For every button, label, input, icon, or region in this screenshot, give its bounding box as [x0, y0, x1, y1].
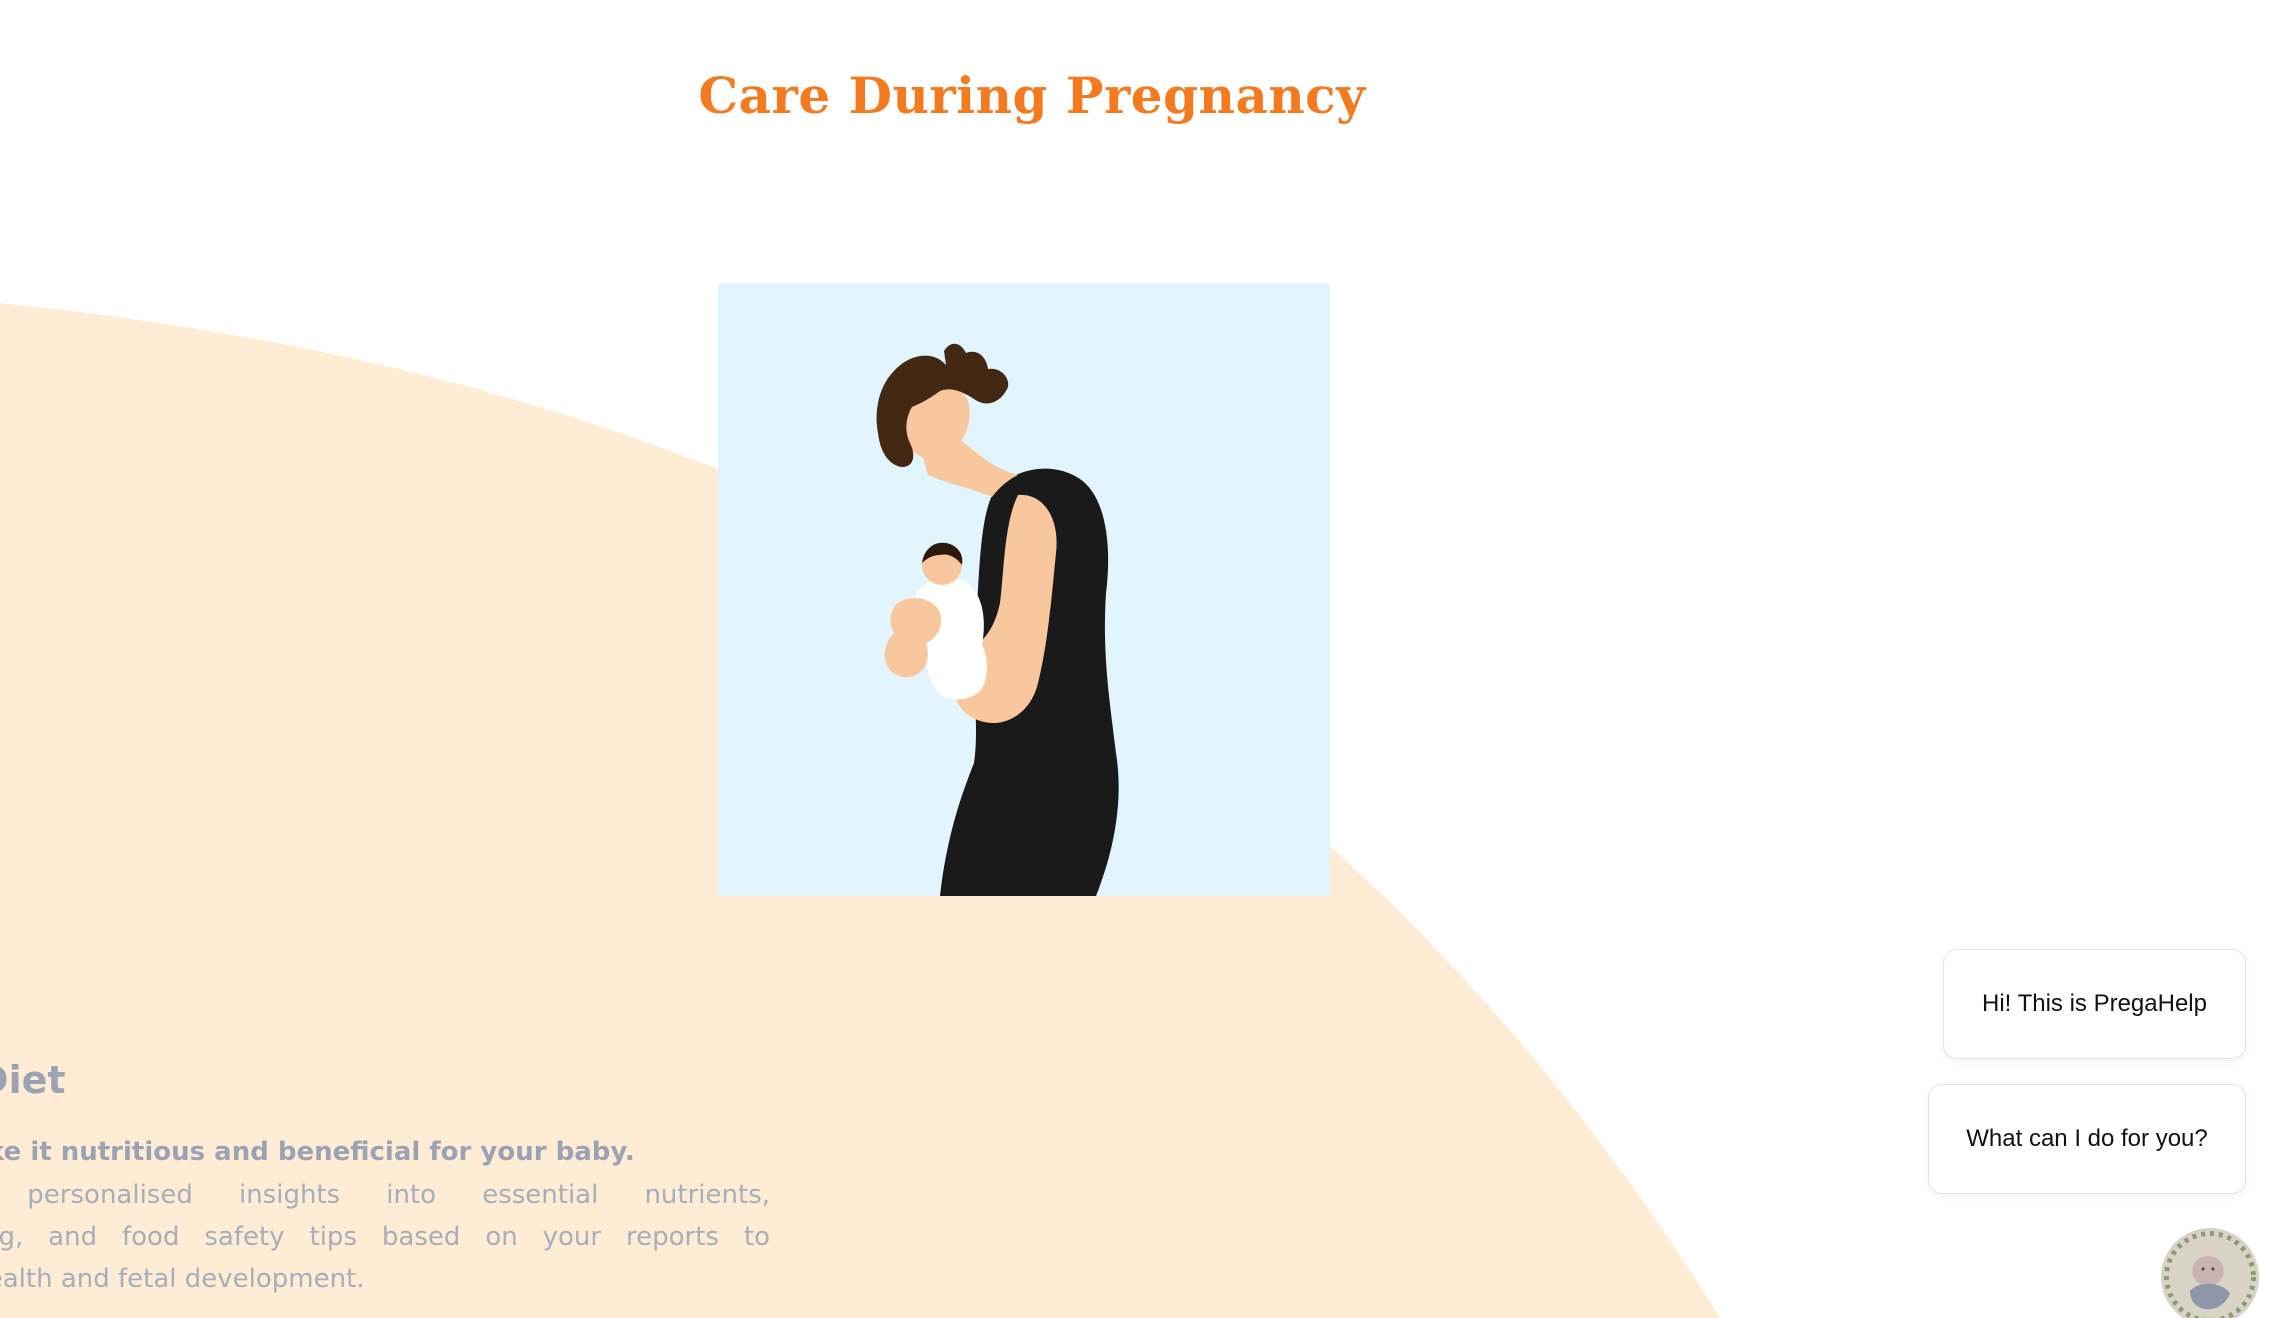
chat-greeting-bubble[interactable]: Hi! This is PregaHelp [1943, 949, 2246, 1059]
page-title: Care During Pregnancy [698, 66, 1366, 125]
diet-description-line: l planning, and food safety tips based o… [0, 1222, 770, 1252]
diet-heading: ur Diet [0, 1058, 66, 1102]
diet-description-line: provides personalised insights into esse… [0, 1180, 770, 1210]
chat-question-bubble[interactable]: What can I do for you? [1928, 1084, 2246, 1194]
diet-description-line: aternal health and fetal development. [0, 1264, 365, 1294]
diet-section: ur Diet nts—make it nutritious and benef… [0, 1052, 770, 1300]
diet-description: provides personalised insights into esse… [0, 1174, 770, 1300]
mother-baby-illustration [718, 283, 1330, 896]
diet-subheading: nts—make it nutritious and beneficial fo… [0, 1137, 635, 1167]
page: Care During Pregnancy ur Diet nts—make i… [0, 0, 2286, 1318]
baby-avatar-icon[interactable] [2161, 1228, 2259, 1318]
